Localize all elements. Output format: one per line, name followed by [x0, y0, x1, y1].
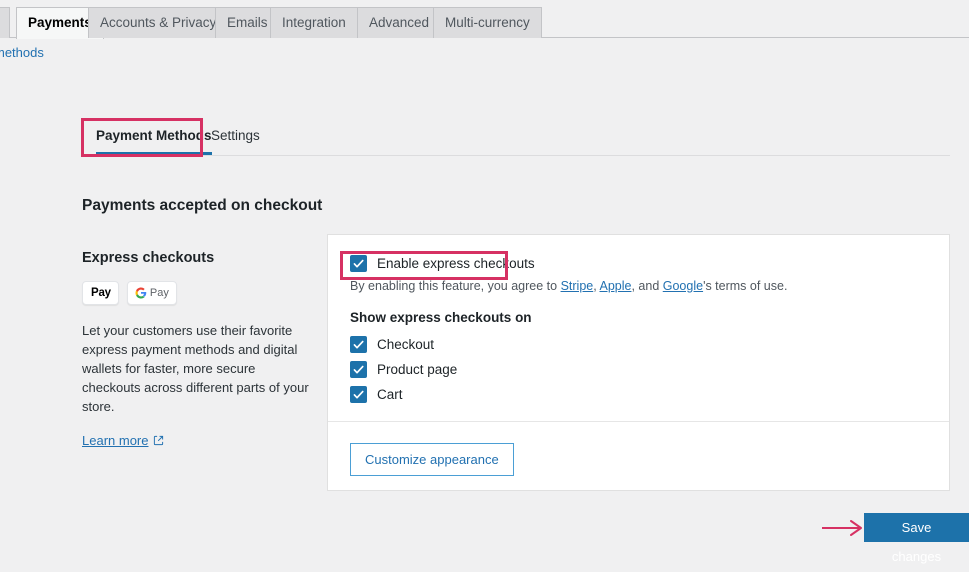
express-checkouts-description: Let your customers use their favorite ex… — [82, 323, 309, 414]
top-nav-tab-bar: Payments Accounts & Privacy Emails Integ… — [0, 0, 969, 39]
show-on-checkout-checkbox[interactable] — [350, 336, 367, 353]
annotation-arrow-save-changes — [822, 520, 862, 536]
express-checkouts-info-column: Express checkouts Pay Pay Let your custo… — [82, 250, 310, 448]
inner-tab-divider — [82, 155, 950, 156]
enable-express-checkouts-checkbox[interactable] — [350, 255, 367, 272]
terms-prefix: By enabling this feature, you agree to — [350, 279, 561, 293]
google-g-icon — [135, 287, 147, 299]
express-checkouts-settings-card: Enable express checkouts By enabling thi… — [327, 234, 950, 491]
learn-more-label: Learn more — [82, 433, 149, 448]
top-nav-tab-integration[interactable]: Integration — [270, 7, 358, 38]
enable-express-checkouts-row[interactable]: Enable express checkouts — [350, 255, 927, 272]
express-checkouts-heading: Express checkouts — [82, 250, 215, 266]
show-on-checkout-row[interactable]: Checkout — [350, 336, 927, 353]
card-body: Enable express checkouts By enabling thi… — [328, 235, 949, 403]
check-icon — [353, 390, 364, 399]
google-pay-badge: Pay — [126, 281, 177, 305]
apple-pay-label: Pay — [91, 287, 111, 299]
google-terms-link[interactable]: Google — [663, 279, 703, 293]
apple-pay-badge: Pay — [82, 281, 119, 305]
top-nav-tab-multi-currency[interactable]: Multi-currency — [433, 7, 542, 38]
check-icon — [353, 259, 364, 268]
customize-appearance-button[interactable]: Customize appearance — [350, 443, 514, 476]
google-pay-label: Pay — [149, 287, 169, 299]
show-on-checkbox-list: Checkout Product page Cart — [350, 336, 927, 403]
top-nav-tab-partial[interactable] — [0, 7, 10, 38]
show-on-checkout-label: Checkout — [377, 337, 435, 352]
learn-more-link[interactable]: Learn more — [82, 433, 164, 448]
show-express-checkouts-on-label: Show express checkouts on — [350, 310, 532, 325]
check-icon — [353, 340, 364, 349]
top-nav-tab-accounts-privacy[interactable]: Accounts & Privacy — [88, 7, 229, 38]
tab-settings[interactable]: Settings — [211, 119, 260, 156]
tab-payment-methods[interactable]: Payment Methods — [96, 119, 212, 156]
card-footer: Customize appearance — [328, 422, 949, 497]
save-changes-button[interactable]: Save changes — [864, 513, 969, 564]
show-on-product-page-row[interactable]: Product page — [350, 361, 927, 378]
enable-express-checkouts-label: Enable express checkouts — [377, 256, 535, 271]
check-icon — [353, 365, 364, 374]
stripe-terms-link[interactable]: Stripe — [561, 279, 594, 293]
breadcrumb-partial-link[interactable]: methods — [0, 45, 44, 60]
terms-suffix: 's terms of use. — [703, 279, 788, 293]
inner-tab-bar: Payment Methods Settings — [82, 119, 950, 156]
show-on-product-page-checkbox[interactable] — [350, 361, 367, 378]
page-title: Payments accepted on checkout — [82, 197, 323, 214]
apple-terms-link[interactable]: Apple — [599, 279, 631, 293]
external-link-icon — [154, 435, 164, 446]
show-on-product-page-label: Product page — [377, 362, 458, 377]
show-on-cart-checkbox[interactable] — [350, 386, 367, 403]
terms-sep-2: , and — [631, 279, 663, 293]
show-on-cart-label: Cart — [377, 387, 403, 402]
wallet-badges: Pay Pay — [82, 281, 310, 305]
terms-of-use-text: By enabling this feature, you agree to S… — [350, 279, 927, 293]
top-nav-tab-advanced[interactable]: Advanced — [357, 7, 442, 38]
show-on-cart-row[interactable]: Cart — [350, 386, 927, 403]
